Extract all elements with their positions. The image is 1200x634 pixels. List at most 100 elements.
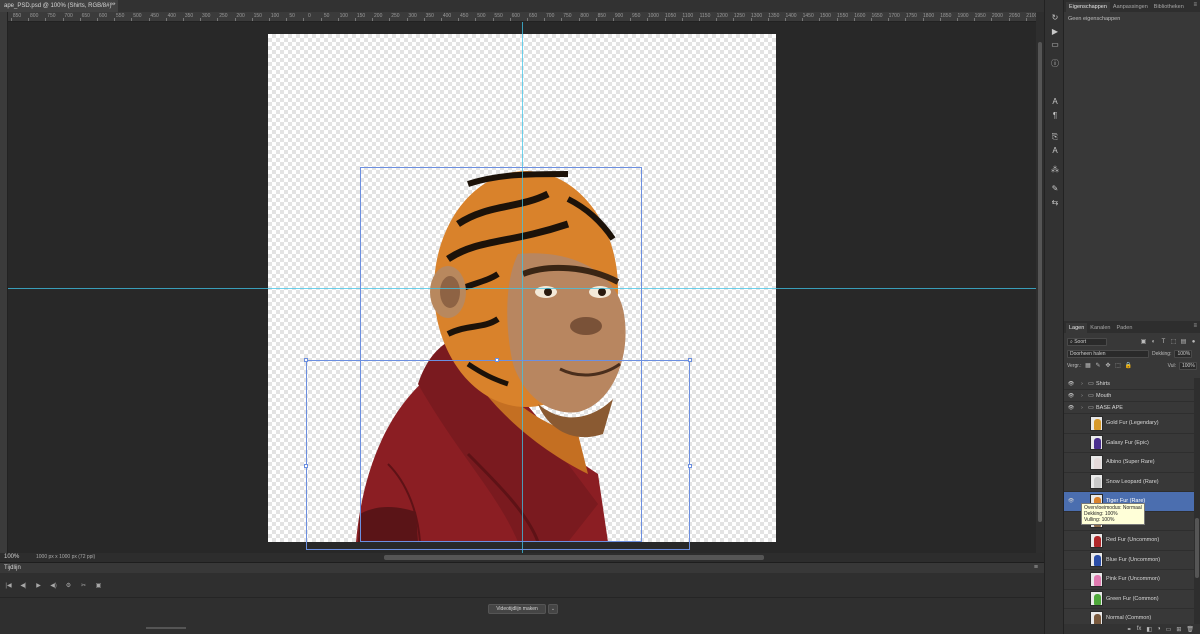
layer-group-row[interactable]: 👁 › ▭ Mouth <box>1064 390 1194 402</box>
visibility-eye-icon[interactable]: 👁 <box>1064 420 1078 426</box>
paragraph-icon[interactable]: ¶ <box>1049 110 1061 122</box>
swatches-icon[interactable]: ⁂ <box>1049 164 1061 176</box>
chevron-down-icon[interactable]: ⌄ <box>548 604 558 614</box>
bounding-box-shirt[interactable] <box>304 358 692 550</box>
actions-play-icon[interactable]: ▶ <box>1049 26 1061 38</box>
document-tab[interactable]: ape_PSD.psd @ 100% (Shirts, RGB/8#) * × <box>0 0 118 12</box>
visibility-eye-icon[interactable]: 👁 <box>1064 405 1078 411</box>
zoom-level[interactable]: 100% <box>4 554 19 560</box>
visibility-eye-icon[interactable]: 👁 <box>1064 393 1078 399</box>
vertical-scrollbar[interactable] <box>1036 12 1044 553</box>
layer-filter-select[interactable]: ⌕ Soort <box>1067 338 1107 346</box>
character-icon[interactable]: A <box>1049 96 1061 108</box>
go-to-first-frame-icon[interactable]: |◀ <box>4 581 13 590</box>
transform-handle[interactable] <box>495 358 499 362</box>
layer-row[interactable]: 👁 Galaxy Fur (Epic) <box>1064 434 1194 453</box>
delete-layer-icon[interactable]: 🗑 <box>1186 626 1194 633</box>
visibility-eye-icon[interactable]: 👁 <box>1064 381 1078 387</box>
tab-properties[interactable]: Eigenschappen <box>1066 2 1110 12</box>
link-layers-icon[interactable]: ⚭ <box>1127 626 1132 633</box>
visibility-eye-icon[interactable]: 👁 <box>1064 557 1078 563</box>
layer-row[interactable]: 👁 Pink Fur (Uncommon) <box>1064 570 1194 590</box>
adjustment-layer-icon[interactable]: ◑ <box>1157 626 1161 632</box>
clone-source-icon[interactable]: ⎘ <box>1049 131 1061 143</box>
info-icon[interactable]: ⓘ <box>1049 58 1061 70</box>
tab-adjustments[interactable]: Aanpassingen <box>1110 2 1151 12</box>
visibility-eye-icon[interactable]: 👁 <box>1064 596 1078 602</box>
glyphs-icon[interactable]: A <box>1049 145 1061 157</box>
transform-handle[interactable] <box>304 358 308 362</box>
panel-menu-icon[interactable]: ≡ <box>1193 2 1197 8</box>
lock-artboard-icon[interactable]: ⬚ <box>1114 363 1121 370</box>
transition-icon[interactable]: ▣ <box>94 581 103 590</box>
lock-all-icon[interactable]: 🔒 <box>1124 363 1131 370</box>
panel-menu-icon[interactable]: ≡ <box>1034 564 1038 571</box>
filter-adjustment-icon[interactable]: ◐ <box>1150 339 1157 346</box>
expand-arrow-icon[interactable]: › <box>1078 381 1086 387</box>
visibility-eye-icon[interactable]: 👁 <box>1064 615 1078 621</box>
add-mask-icon[interactable]: ◧ <box>1146 626 1152 633</box>
ruler-top[interactable]: 850 800 750 700 650 600 550 500 450 400 350 300 250 2… <box>8 12 1036 22</box>
visibility-eye-icon[interactable]: 👁 <box>1064 459 1078 465</box>
filter-type-icon[interactable]: T <box>1160 339 1167 346</box>
filter-shape-icon[interactable]: ⬚ <box>1170 339 1177 346</box>
lock-position-icon[interactable]: ✥ <box>1104 363 1111 370</box>
lock-transparency-icon[interactable]: ▦ <box>1084 363 1091 370</box>
history-icon[interactable]: ↻ <box>1049 12 1061 24</box>
panel-menu-icon[interactable]: ≡ <box>1193 323 1197 329</box>
scroll-thumb[interactable] <box>1038 42 1042 522</box>
ruler-left[interactable] <box>0 12 8 553</box>
layer-group-row[interactable]: 👁 › ▭ BASE APE <box>1064 402 1194 414</box>
fill-field[interactable]: 100% <box>1179 362 1197 370</box>
new-group-icon[interactable]: ▭ <box>1166 626 1172 633</box>
tab-layers[interactable]: Lagen <box>1066 323 1088 333</box>
opacity-field[interactable]: 100% <box>1174 350 1193 358</box>
previous-frame-icon[interactable]: ◀| <box>19 581 28 590</box>
lock-image-icon[interactable]: ✎ <box>1094 363 1101 370</box>
scroll-thumb[interactable] <box>384 555 764 560</box>
layer-style-icon[interactable]: fx <box>1137 626 1142 632</box>
play-icon[interactable]: ▶ <box>34 581 43 590</box>
scroll-thumb[interactable] <box>1195 518 1199 578</box>
visibility-eye-icon[interactable]: 👁 <box>1064 576 1078 582</box>
tab-libraries[interactable]: Bibliotheken <box>1151 2 1187 12</box>
tab-paths[interactable]: Paden <box>1113 323 1135 333</box>
create-video-timeline-button[interactable]: Videotijdlijn maken <box>488 604 546 614</box>
layer-row[interactable]: 👁 Gold Fur (Legendary) <box>1064 414 1194 434</box>
adjustments-icon[interactable]: ⇆ <box>1049 197 1061 209</box>
filter-toggle-icon[interactable]: ● <box>1190 339 1197 346</box>
audio-icon[interactable]: ◀) <box>49 581 58 590</box>
brushes-icon[interactable]: ✎ <box>1049 183 1061 195</box>
horizontal-scrollbar[interactable] <box>160 555 1036 560</box>
expand-arrow-icon[interactable]: › <box>1078 393 1086 399</box>
expand-arrow-icon[interactable]: › <box>1078 405 1086 411</box>
blend-mode-select[interactable]: Doorheen halen <box>1067 350 1149 358</box>
settings-icon[interactable]: ⚙ <box>64 581 73 590</box>
layer-row[interactable]: 👁 Red Fur (Uncommon) <box>1064 531 1194 551</box>
visibility-eye-icon[interactable]: 👁 <box>1064 537 1078 543</box>
new-layer-icon[interactable]: ⊞ <box>1176 626 1181 633</box>
tab-channels[interactable]: Kanalen <box>1087 323 1113 333</box>
canvas-area[interactable] <box>8 22 1036 553</box>
split-icon[interactable]: ✂ <box>79 581 88 590</box>
close-icon[interactable]: × <box>110 2 114 8</box>
filter-smart-object-icon[interactable]: ▤ <box>1180 339 1187 346</box>
transform-handle[interactable] <box>304 464 308 468</box>
layer-group-row[interactable]: 👁 › ▭ Shirts <box>1064 378 1194 390</box>
layers-scrollbar[interactable] <box>1194 378 1200 634</box>
tab-timeline[interactable]: Tijdlijn <box>4 565 21 571</box>
layer-row[interactable]: 👁 Blue Fur (Uncommon) <box>1064 551 1194 570</box>
visibility-eye-icon[interactable]: 👁 <box>1064 479 1078 485</box>
comments-icon[interactable]: ▭ <box>1049 39 1061 51</box>
filter-pixel-icon[interactable]: ▣ <box>1140 339 1147 346</box>
document-size[interactable]: 1000 px x 1000 px (72 ppi) <box>36 554 95 560</box>
visibility-eye-icon[interactable]: 👁 <box>1064 440 1078 446</box>
zoom-slider[interactable] <box>146 627 186 629</box>
layer-row[interactable]: 👁 Albino (Super Rare) <box>1064 453 1194 473</box>
visibility-eye-icon[interactable]: 👁 <box>1064 498 1078 504</box>
transform-handle[interactable] <box>688 358 692 362</box>
layer-row[interactable]: 👁 Green Fur (Common) <box>1064 590 1194 609</box>
transform-handle[interactable] <box>688 464 692 468</box>
visibility-eye-icon[interactable]: 👁 <box>1064 518 1078 524</box>
layer-row[interactable]: 👁 Snow Leopard (Rare) <box>1064 473 1194 492</box>
